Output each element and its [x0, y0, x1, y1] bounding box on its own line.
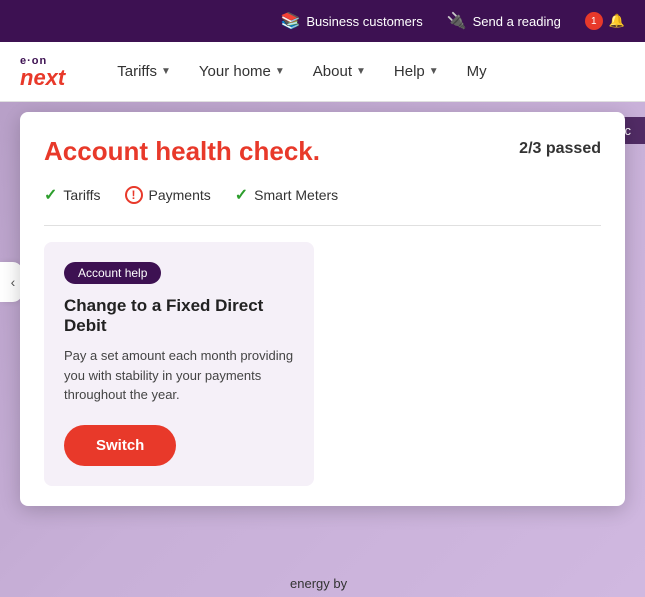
nav-item-tariffs[interactable]: Tariffs ▼: [105, 55, 183, 88]
nav-tariffs-label: Tariffs: [117, 63, 157, 80]
nav-help-label: Help: [394, 63, 425, 80]
nav-item-help[interactable]: Help ▼: [382, 55, 451, 88]
logo-next: next: [20, 67, 65, 89]
nav-item-about[interactable]: About ▼: [301, 55, 378, 88]
notifications-link[interactable]: 1 🔔: [585, 12, 625, 30]
top-bar: 📚 Business customers 🔌 Send a reading 1 …: [0, 0, 645, 42]
business-customers-label: Business customers: [306, 14, 422, 29]
business-customers-link[interactable]: 📚 Business customers: [280, 11, 422, 31]
briefcase-icon: 📚: [280, 11, 300, 31]
switch-button[interactable]: Switch: [64, 425, 176, 466]
meter-icon: 🔌: [447, 11, 467, 31]
card-title: Change to a Fixed Direct Debit: [64, 296, 294, 336]
smart-meters-check-label: Smart Meters: [254, 187, 338, 203]
payments-check-label: Payments: [149, 187, 211, 203]
check-smart-meters: ✓ Smart Meters: [235, 185, 338, 205]
card-badge: Account help: [64, 262, 161, 284]
nav-bar: e·on next Tariffs ▼ Your home ▼ About ▼ …: [0, 42, 645, 102]
bottom-energy-text: energy by: [290, 576, 347, 591]
nav-my-label: My: [467, 63, 487, 80]
payments-warn-icon: !: [125, 186, 143, 204]
logo[interactable]: e·on next: [20, 55, 65, 89]
modal-passed: 2/3 passed: [519, 136, 601, 158]
modal-title: Account health check.: [44, 136, 320, 167]
nav-item-my[interactable]: My: [455, 55, 499, 88]
check-tariffs: ✓ Tariffs: [44, 185, 101, 205]
smart-meters-ok-icon: ✓: [235, 185, 248, 205]
nav-about-label: About: [313, 63, 352, 80]
main-background: We 192 G Ac ‹ t paym payme ment is s aft…: [0, 102, 645, 597]
send-reading-label: Send a reading: [473, 14, 561, 29]
health-check-modal: Account health check. 2/3 passed ✓ Tarif…: [20, 112, 625, 506]
send-reading-link[interactable]: 🔌 Send a reading: [447, 11, 561, 31]
about-chevron-icon: ▼: [356, 66, 366, 77]
main-nav: Tariffs ▼ Your home ▼ About ▼ Help ▼ My: [105, 55, 625, 88]
tariffs-check-label: Tariffs: [63, 187, 100, 203]
check-payments: ! Payments: [125, 186, 211, 204]
notification-badge: 1: [585, 12, 603, 30]
account-help-card: Account help Change to a Fixed Direct De…: [44, 242, 314, 486]
nav-your-home-label: Your home: [199, 63, 271, 80]
check-items: ✓ Tariffs ! Payments ✓ Smart Meters: [44, 185, 601, 205]
tariffs-ok-icon: ✓: [44, 185, 57, 205]
notification-icon: 🔔: [609, 13, 625, 29]
notification-count: 1: [591, 16, 597, 27]
modal-header: Account health check. 2/3 passed: [44, 136, 601, 167]
your-home-chevron-icon: ▼: [275, 66, 285, 77]
nav-item-your-home[interactable]: Your home ▼: [187, 55, 297, 88]
tariffs-chevron-icon: ▼: [161, 66, 171, 77]
help-chevron-icon: ▼: [429, 66, 439, 77]
card-description: Pay a set amount each month providing yo…: [64, 346, 294, 405]
